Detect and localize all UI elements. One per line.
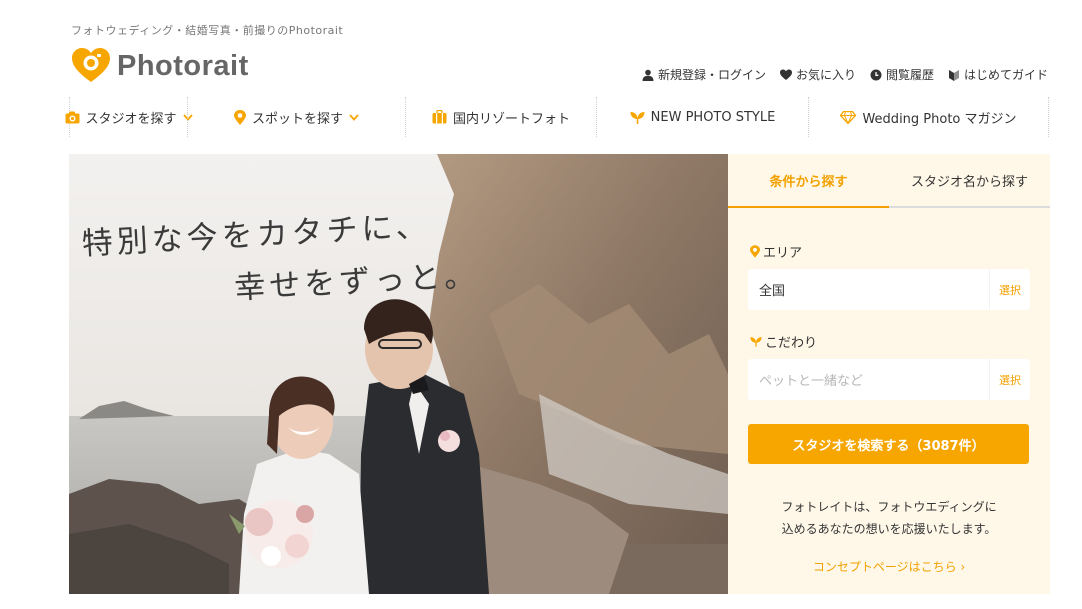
area-label-text: エリア <box>763 246 803 261</box>
nav-new-photo-style[interactable]: NEW PHOTO STYLE <box>596 97 808 137</box>
suitcase-icon <box>432 110 447 124</box>
beginner-mark-icon <box>948 69 959 81</box>
login-link[interactable]: 新規登録・ログイン <box>642 66 766 83</box>
concept-page-link[interactable]: コンセプトページはこちら › <box>728 558 1050 575</box>
history-label: 閲覧履歴 <box>885 68 934 82</box>
history-link[interactable]: 閲覧履歴 <box>870 66 934 83</box>
guide-label: はじめてガイド <box>963 68 1048 82</box>
nav-new-photo-style-label: NEW PHOTO STYLE <box>650 109 776 125</box>
diamond-icon <box>840 110 857 124</box>
search-tabs: 条件から探す スタジオ名から探す <box>728 154 1050 208</box>
logo-text: Photorait <box>117 49 249 82</box>
nav-resort-photo-label: 国内リゾートフォト <box>452 111 570 127</box>
nav-wedding-magazine[interactable]: Wedding Photo マガジン <box>808 97 1049 137</box>
area-value: 全国 <box>759 284 786 299</box>
search-studios-button[interactable]: スタジオを検索する（3087件） <box>748 424 1029 464</box>
login-label: 新規登録・ログイン <box>657 68 766 82</box>
concept-message: フォトレイトは、フォトウエディングに 込めるあなたの想いを応援いたします。 <box>728 496 1050 540</box>
map-pin-icon <box>750 245 760 258</box>
nav-find-spot[interactable]: スポットを探す <box>187 97 405 137</box>
favorites-label: お気に入り <box>795 68 856 82</box>
logo-heart-icon <box>72 48 110 82</box>
nav-resort-photo[interactable]: 国内リゾートフォト <box>405 97 596 137</box>
concept-line2: 込めるあなたの想いを応援いたします。 <box>781 522 997 536</box>
kodawari-placeholder: ペットと一緒など <box>759 374 864 389</box>
nav-find-studio[interactable]: スタジオを探す <box>65 97 193 137</box>
person-icon <box>642 69 654 81</box>
kodawari-label-text: こだわり <box>765 336 818 351</box>
sprout-icon <box>750 337 762 347</box>
kodawari-label: こだわり <box>750 332 817 351</box>
nav-find-studio-label: スタジオを探す <box>85 111 177 127</box>
sprout-icon <box>630 111 645 124</box>
site-logo[interactable]: Photorait <box>71 48 249 84</box>
favorites-link[interactable]: お気に入り <box>779 66 856 83</box>
chevron-down-icon <box>349 113 359 121</box>
tab-search-by-studio-name[interactable]: スタジオ名から探す <box>889 154 1050 208</box>
nav-find-spot-label: スポットを探す <box>251 111 343 127</box>
area-label: エリア <box>750 242 802 261</box>
hero-banner[interactable]: 特別な今をカタチに、 幸せをずっと。 <box>69 154 728 594</box>
site-tagline: フォトウェディング・結婚写真・前撮りのPhotorait <box>71 24 344 37</box>
utility-nav: 新規登録・ログイン お気に入り 閲覧履歴 はじめてガイド <box>642 66 1048 83</box>
main-nav: スタジオを探す スポットを探す 国内リゾートフォト NEW PHOTO STYL… <box>65 97 1049 137</box>
kodawari-select-field[interactable]: ペットと一緒など 選択 <box>748 359 1030 400</box>
heart-icon <box>779 69 792 80</box>
nav-wedding-magazine-label: Wedding Photo マガジン <box>862 111 1017 127</box>
concept-line1: フォトレイトは、フォトウエディングに <box>781 500 997 514</box>
kodawari-select-button[interactable]: 選択 <box>989 359 1030 400</box>
area-select-button[interactable]: 選択 <box>989 269 1030 310</box>
tab-search-by-conditions[interactable]: 条件から探す <box>728 154 889 208</box>
search-panel: 条件から探す スタジオ名から探す エリア 全国 選択 こだわり ペットと一緒など… <box>728 154 1050 594</box>
map-pin-icon <box>233 109 246 125</box>
area-select-field[interactable]: 全国 選択 <box>748 269 1030 310</box>
hero-copy: 特別な今をカタチに、 幸せをずっと。 <box>81 198 481 323</box>
camera-icon <box>65 111 79 123</box>
guide-link[interactable]: はじめてガイド <box>948 66 1048 83</box>
clock-icon <box>870 69 882 80</box>
